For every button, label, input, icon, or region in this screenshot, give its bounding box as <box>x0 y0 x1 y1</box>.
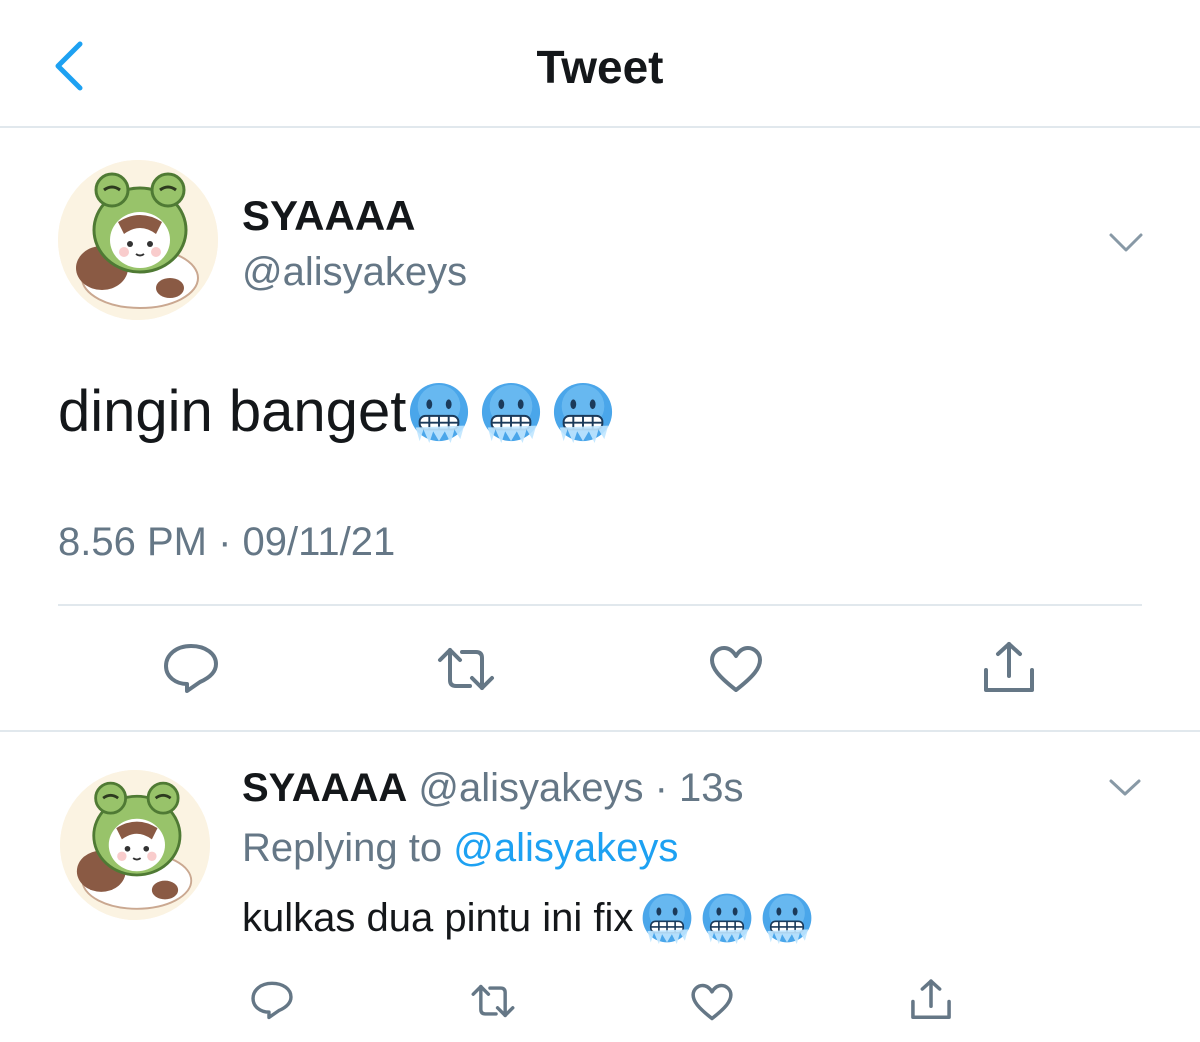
cold-face-emoji <box>761 892 813 944</box>
reply-icon[interactable] <box>250 980 294 1020</box>
retweet-icon[interactable] <box>470 982 516 1020</box>
share-icon[interactable] <box>908 978 954 1022</box>
timestamp[interactable]: 8.56 PM · 09/11/21 <box>58 520 395 565</box>
tweet-text: dingin banget <box>58 378 614 445</box>
avatar[interactable] <box>60 770 210 920</box>
replying-to: Replying to @alisyakeys <box>242 826 678 871</box>
like-icon[interactable] <box>708 644 764 694</box>
cold-face-emoji <box>641 892 693 944</box>
reply-header: SYAAAA @alisyakeys · 13s <box>242 766 744 811</box>
page-title: Tweet <box>536 41 664 93</box>
like-icon[interactable] <box>690 982 734 1022</box>
section-divider <box>0 730 1200 732</box>
reply-meta[interactable]: @alisyakeys · 13s <box>418 766 743 810</box>
share-icon[interactable] <box>980 640 1038 696</box>
tweet-body: dingin banget <box>58 379 407 444</box>
chevron-down-icon[interactable] <box>1108 778 1142 798</box>
display-name[interactable]: SYAAAA <box>242 192 416 240</box>
retweet-icon[interactable] <box>436 644 496 694</box>
cold-face-emoji <box>480 381 542 443</box>
cold-face-emoji <box>552 381 614 443</box>
avatar[interactable] <box>58 160 218 320</box>
handle[interactable]: @alisyakeys <box>242 250 467 295</box>
reply-text: kulkas dua pintu ini fix <box>242 892 813 944</box>
display-name[interactable]: SYAAAA <box>242 766 407 810</box>
cold-face-emoji <box>408 381 470 443</box>
replying-prefix: Replying to <box>242 826 454 870</box>
nav-bar: Tweet <box>0 0 1200 128</box>
cold-face-emoji <box>701 892 753 944</box>
reply-body: kulkas dua pintu ini fix <box>242 895 634 940</box>
divider <box>58 604 1142 606</box>
reply-icon[interactable] <box>162 642 220 694</box>
mention-link[interactable]: @alisyakeys <box>453 826 678 870</box>
chevron-down-icon[interactable] <box>1108 232 1144 254</box>
